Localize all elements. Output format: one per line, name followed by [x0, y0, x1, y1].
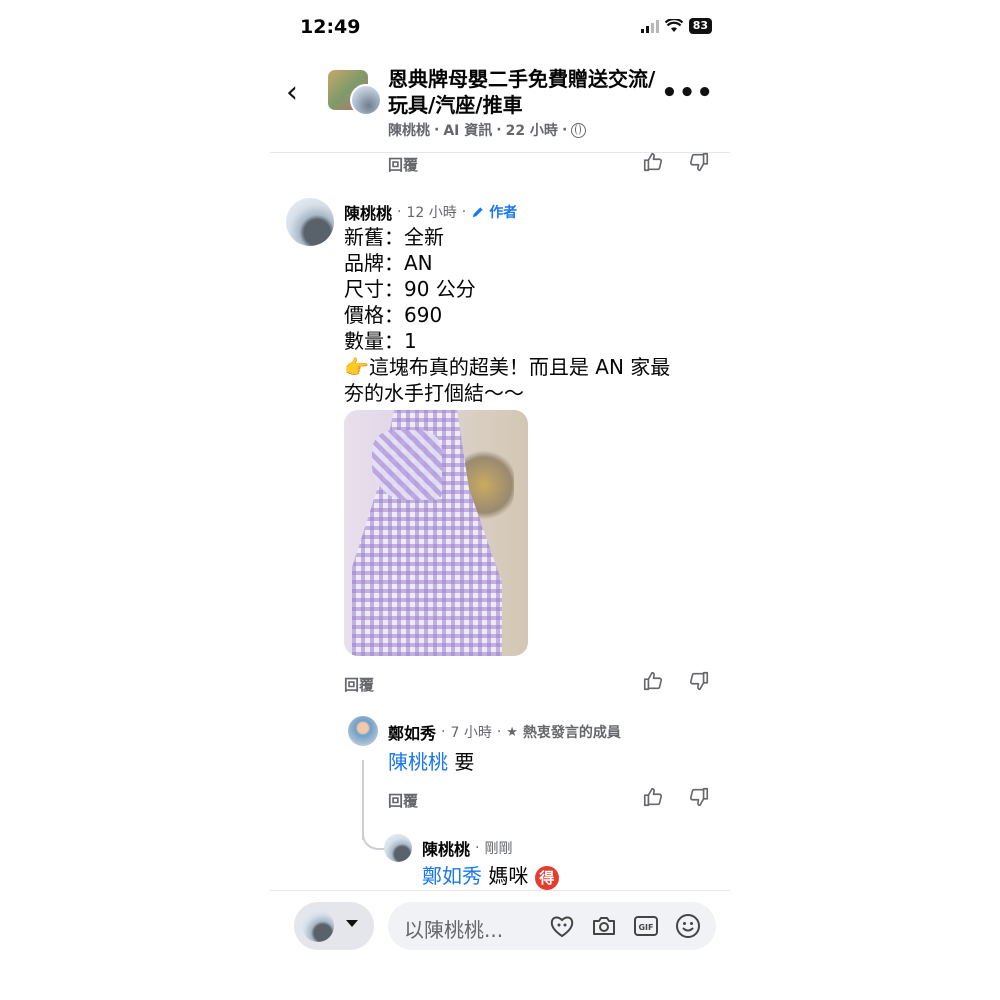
- comment-line: 尺寸：90 公分: [344, 277, 476, 301]
- avatar[interactable]: [348, 716, 378, 746]
- separator: ·: [434, 122, 440, 138]
- comment-line: 數量：1: [344, 329, 417, 353]
- phone-screen: 12:49 83 ‹ 恩典牌母嬰二手免費贈送交流/玩具/汽座/推車 陳桃桃 · …: [270, 0, 730, 1000]
- separator: ·: [441, 724, 446, 740]
- separator: ·: [496, 122, 502, 138]
- comment-line: 👉這塊布真的超美！而且是 AN 家最: [344, 355, 671, 379]
- reply-button[interactable]: 回覆: [344, 674, 374, 695]
- separator: ·: [461, 204, 467, 220]
- reply-text: 媽咪: [488, 864, 529, 888]
- mention-link[interactable]: 陳桃桃: [388, 750, 448, 774]
- comment-input[interactable]: 以陳桃桃... GIF: [388, 902, 716, 950]
- avatar[interactable]: [286, 198, 334, 246]
- mention-link[interactable]: 鄭如秀: [422, 864, 482, 888]
- comment-line: 新舊：全新: [344, 225, 444, 249]
- status-icons: 83: [640, 18, 712, 34]
- status-time: 12:49: [300, 16, 361, 38]
- dislike-icon[interactable]: [688, 786, 710, 808]
- reply-time: 7 小時: [450, 725, 492, 741]
- comment-author[interactable]: 陳桃桃: [344, 200, 392, 224]
- battery-indicator: 83: [688, 18, 712, 34]
- reply-header: 鄭如秀 · 7 小時 · ★ 熱衷發言的成員: [388, 720, 621, 744]
- gif-icon[interactable]: GIF: [632, 912, 660, 940]
- chevron-down-icon: [346, 920, 358, 927]
- account-switcher[interactable]: [294, 902, 374, 950]
- like-icon[interactable]: [642, 670, 664, 692]
- avatar-sticker-icon[interactable]: [548, 912, 576, 940]
- like-icon[interactable]: [642, 786, 664, 808]
- subtitle-time: 22 小時: [505, 123, 558, 139]
- globe-icon: [571, 122, 587, 138]
- comment-placeholder: 以陳桃桃...: [404, 918, 504, 942]
- member-badge: 熱衷發言的成員: [522, 725, 621, 741]
- reply-button[interactable]: 回覆: [388, 154, 418, 175]
- comment-body: 新舊：全新 品牌：AN 尺寸：90 公分 價格：690 數量：1 👉這塊布真的超…: [344, 224, 670, 406]
- reply-body: 陳桃桃 要: [388, 746, 474, 775]
- post-subtitle: 陳桃桃 · AI 資訊 · 22 小時 ·: [388, 120, 587, 140]
- cellular-signal-icon: [640, 19, 659, 33]
- subtitle-ai-info[interactable]: AI 資訊: [443, 120, 492, 140]
- reply-time: 剛剛: [484, 841, 513, 857]
- comment-line: 品牌：AN: [344, 251, 433, 275]
- dislike-icon[interactable]: [688, 151, 710, 173]
- emoji-icon[interactable]: [674, 912, 702, 940]
- camera-icon[interactable]: [590, 912, 618, 940]
- author-badge: 作者: [489, 205, 518, 221]
- pencil-icon: [473, 206, 483, 217]
- svg-text:GIF: GIF: [638, 923, 653, 932]
- reply-header: 陳桃桃 · 剛剛: [422, 836, 512, 860]
- thread-curve: [362, 818, 386, 850]
- avatar: [302, 910, 334, 942]
- group-title[interactable]: 恩典牌母嬰二手免費贈送交流/玩具/汽座/推車: [388, 66, 668, 118]
- comment-photo[interactable]: [344, 410, 528, 656]
- reply-author[interactable]: 鄭如秀: [388, 720, 436, 744]
- group-avatar[interactable]: [328, 70, 382, 116]
- like-icon[interactable]: [642, 151, 664, 173]
- subtitle-author[interactable]: 陳桃桃: [388, 120, 430, 140]
- reply-button[interactable]: 回覆: [388, 790, 418, 811]
- wifi-icon: [664, 19, 683, 32]
- composer-divider: [270, 890, 730, 891]
- comment-time: 12 小時: [406, 205, 457, 221]
- emoji-badge: 得: [534, 865, 559, 890]
- reply-body: 鄭如秀 媽咪 得: [422, 860, 559, 890]
- separator: ·: [561, 122, 568, 138]
- comment-header: 陳桃桃 · 12 小時 · 作者: [344, 200, 517, 224]
- dislike-icon[interactable]: [688, 670, 710, 692]
- reply-text: 要: [454, 750, 475, 774]
- more-icon[interactable]: •••: [661, 78, 714, 108]
- chevron-left-icon[interactable]: ‹: [286, 78, 298, 108]
- avatar[interactable]: [384, 834, 412, 862]
- separator: ·: [475, 840, 480, 856]
- comment-line: 價格：690: [344, 303, 443, 327]
- separator: ·: [397, 204, 402, 220]
- reply-author[interactable]: 陳桃桃: [422, 836, 470, 860]
- star-icon: ★: [506, 724, 518, 740]
- separator: ·: [496, 724, 502, 740]
- comment-line: 夯的水手打個結～～: [344, 381, 524, 405]
